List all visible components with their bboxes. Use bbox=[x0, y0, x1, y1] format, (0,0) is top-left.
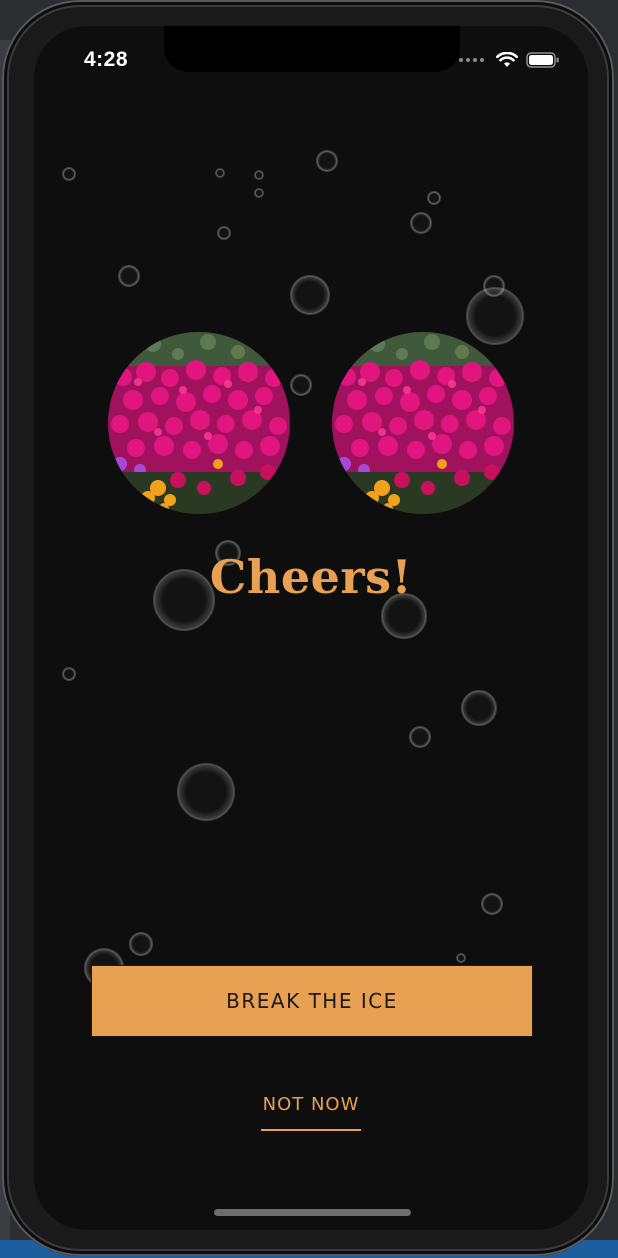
not-now-button[interactable]: NOT NOW bbox=[34, 1094, 588, 1131]
notch bbox=[164, 26, 460, 72]
headline: Cheers! bbox=[209, 550, 413, 604]
phone-frame: 4:28 Cheers! BREAK THE ICE NOT NOW bbox=[2, 0, 614, 1256]
wifi-icon bbox=[496, 52, 518, 67]
status-icons bbox=[459, 52, 560, 68]
break-the-ice-label: BREAK THE ICE bbox=[226, 989, 398, 1013]
not-now-label: NOT NOW bbox=[260, 1094, 362, 1131]
flower-field-photo bbox=[108, 332, 290, 514]
cellular-signal-icon bbox=[459, 58, 484, 62]
profile-photo-left bbox=[108, 332, 290, 514]
battery-icon bbox=[526, 52, 559, 68]
break-the-ice-button[interactable]: BREAK THE ICE bbox=[91, 965, 533, 1037]
bubbles-background bbox=[62, 150, 524, 988]
flower-field-photo bbox=[332, 332, 514, 514]
profile-photo-right bbox=[332, 332, 514, 514]
status-time: 4:28 bbox=[84, 48, 129, 71]
home-indicator[interactable] bbox=[214, 1209, 411, 1216]
app-screen: 4:28 Cheers! BREAK THE ICE NOT NOW bbox=[34, 26, 588, 1230]
